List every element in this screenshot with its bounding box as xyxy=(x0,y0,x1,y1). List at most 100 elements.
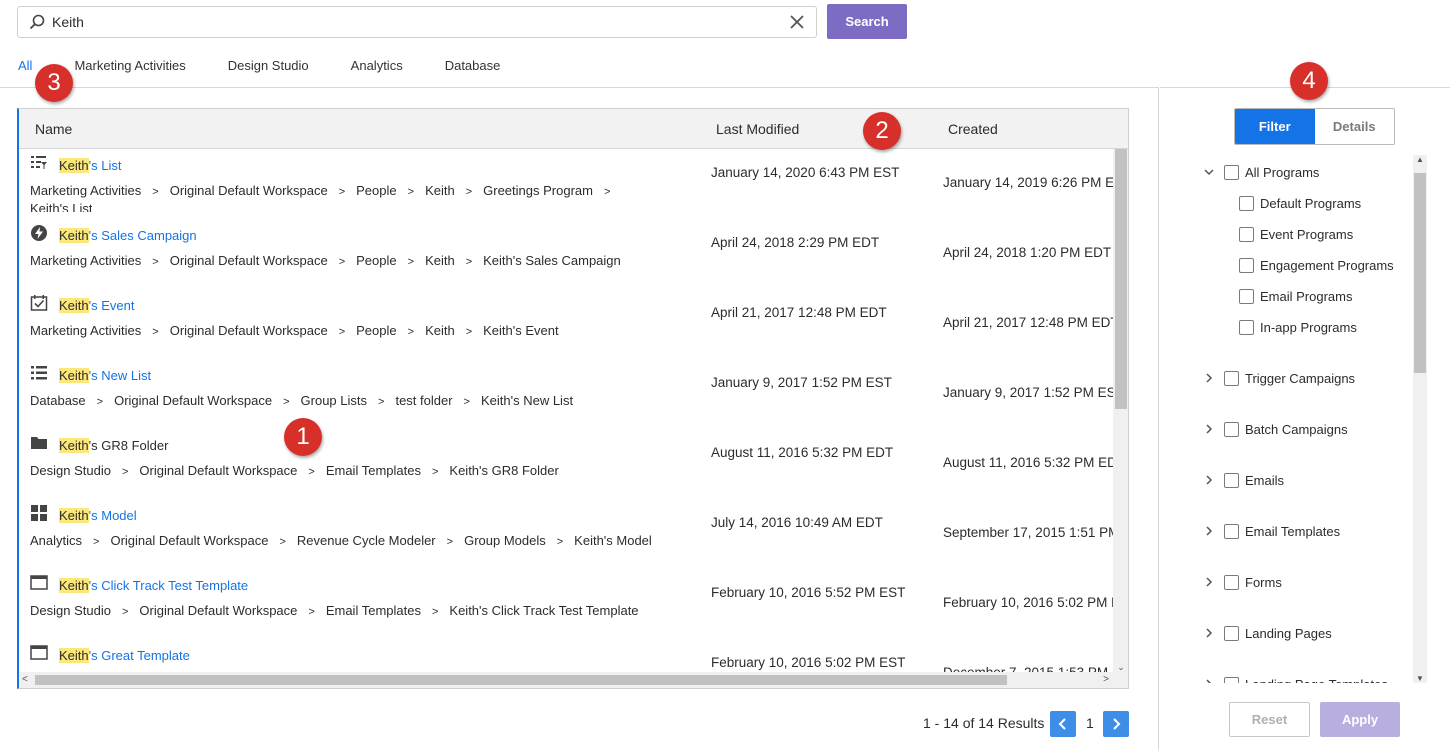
filter-option[interactable]: Event Programs xyxy=(1239,224,1353,244)
filter-option[interactable]: Trigger Campaigns xyxy=(1224,368,1355,388)
asset-name-link[interactable]: Keith's New List xyxy=(59,368,151,383)
horizontal-scrollbar[interactable]: < > xyxy=(19,672,1128,688)
filter-checkbox[interactable] xyxy=(1224,421,1239,437)
search-icon xyxy=(29,14,45,30)
panel-divider xyxy=(1158,87,1159,750)
filter-checkbox[interactable] xyxy=(1224,574,1239,590)
chevron-down-icon[interactable] xyxy=(1203,166,1215,178)
table-row[interactable]: Keith's Click Track Test Template Design … xyxy=(19,569,1113,639)
list-icon xyxy=(30,364,48,382)
table-row[interactable]: Keith's List Marketing Activities > Origina… xyxy=(19,149,1113,219)
filter-option[interactable]: Forms xyxy=(1224,572,1282,592)
filter-checkbox[interactable] xyxy=(1239,288,1254,304)
breadcrumb-separator-icon: > xyxy=(603,186,611,198)
scroll-up-icon[interactable]: ▲ xyxy=(1416,155,1424,164)
filter-checkbox[interactable] xyxy=(1239,257,1254,273)
filter-option[interactable]: In-app Programs xyxy=(1239,317,1357,337)
last-modified-cell: April 21, 2017 12:48 PM EDT xyxy=(711,305,887,320)
scroll-left-icon[interactable]: < xyxy=(22,674,28,685)
last-modified-cell: August 11, 2016 5:32 PM EDT xyxy=(711,445,894,460)
search-box[interactable] xyxy=(17,6,817,38)
search-input[interactable] xyxy=(52,11,772,33)
filter-scrollbar[interactable]: ▲ ▼ xyxy=(1413,155,1427,683)
filter-checkbox[interactable] xyxy=(1224,164,1239,180)
scroll-down-icon[interactable]: ▼ xyxy=(1416,674,1424,683)
filter-option[interactable]: Engagement Programs xyxy=(1239,255,1394,275)
chevron-right-icon[interactable] xyxy=(1203,678,1215,683)
filter-details-toggle: Filter Details xyxy=(1234,108,1395,145)
asset-name-link[interactable]: Keith's Event xyxy=(59,298,134,313)
filter-checkbox[interactable] xyxy=(1239,226,1254,242)
chevron-right-icon[interactable] xyxy=(1203,423,1215,435)
table-body: Keith's List Marketing Activities > Origina… xyxy=(19,149,1113,674)
table-row[interactable]: Keith's Model Analytics > Original Default … xyxy=(19,499,1113,569)
scrollbar-thumb[interactable] xyxy=(1115,149,1127,409)
results-table: Name Last Modified Created Keith's List M… xyxy=(17,108,1129,689)
chevron-right-icon[interactable] xyxy=(1203,627,1215,639)
table-row[interactable]: Keith's New List Database > Original Defaul… xyxy=(19,359,1113,429)
filter-option[interactable]: Emails xyxy=(1224,470,1284,490)
filter-label: Default Programs xyxy=(1260,195,1362,211)
table-row[interactable]: Keith's Sales Campaign Marketing Activiti… xyxy=(19,219,1113,289)
search-match-highlight: Keith xyxy=(59,158,89,173)
breadcrumb-separator-icon: > xyxy=(463,396,470,408)
filter-option[interactable]: Landing Pages xyxy=(1224,623,1332,643)
results-count: 1 - 14 of 14 Results xyxy=(923,715,1045,731)
column-header-created[interactable]: Created xyxy=(948,121,998,137)
filter-option[interactable]: All Programs xyxy=(1224,162,1319,182)
asset-name-link[interactable]: Keith's Sales Campaign xyxy=(59,228,197,243)
callout-badge: 1 xyxy=(284,418,322,456)
table-row[interactable]: Keith's Event Marketing Activities > Origin… xyxy=(19,289,1113,359)
filter-option[interactable]: Email Templates xyxy=(1224,521,1340,541)
next-page-button[interactable] xyxy=(1103,711,1129,737)
filter-option[interactable]: Landing Page Templates xyxy=(1224,674,1388,683)
scrollbar-thumb[interactable] xyxy=(1414,173,1426,373)
breadcrumb-segment: Original Default Workspace xyxy=(169,253,328,268)
vertical-scrollbar[interactable]: ⌄ xyxy=(1113,149,1128,674)
asset-name-link[interactable]: Keith's Great Template xyxy=(59,648,190,663)
previous-page-button[interactable] xyxy=(1050,711,1076,737)
table-row[interactable]: Keith's Great Template February 10, 2016 … xyxy=(19,639,1113,674)
tab-database[interactable]: Database xyxy=(445,58,501,73)
chevron-right-icon[interactable] xyxy=(1203,525,1215,537)
apply-button[interactable]: Apply xyxy=(1320,702,1400,737)
filter-toggle-button[interactable]: Filter xyxy=(1235,109,1315,144)
column-header-last-modified[interactable]: Last Modified xyxy=(716,121,799,137)
filter-checkbox[interactable] xyxy=(1224,523,1239,539)
chevron-right-icon[interactable] xyxy=(1203,576,1215,588)
filter-checkbox[interactable] xyxy=(1239,319,1254,335)
clear-search-icon[interactable] xyxy=(788,13,806,31)
filter-checkbox[interactable] xyxy=(1224,370,1239,386)
tab-analytics[interactable]: Analytics xyxy=(351,58,403,73)
scrollbar-thumb[interactable] xyxy=(35,675,1007,685)
filter-checkbox[interactable] xyxy=(1224,676,1239,683)
column-header-name[interactable]: Name xyxy=(35,121,72,137)
reset-button[interactable]: Reset xyxy=(1229,702,1310,737)
breadcrumb-segment: test folder xyxy=(395,393,453,408)
filter-checkbox[interactable] xyxy=(1239,195,1254,211)
breadcrumb-segment: Keith xyxy=(425,253,455,268)
breadcrumb-segment: Design Studio xyxy=(30,463,111,478)
tab-marketing-activities[interactable]: Marketing Activities xyxy=(74,58,185,73)
tab-design-studio[interactable]: Design Studio xyxy=(228,58,309,73)
breadcrumb-separator-icon: > xyxy=(152,256,159,268)
details-toggle-button[interactable]: Details xyxy=(1314,109,1394,144)
chevron-right-icon[interactable] xyxy=(1203,474,1215,486)
filter-checkbox[interactable] xyxy=(1224,625,1239,641)
asset-name-link[interactable]: Keith's Click Track Test Template xyxy=(59,578,248,593)
filter-list: All Programs Default Programs Event Progra… xyxy=(1200,155,1412,683)
scroll-down-icon[interactable]: ⌄ xyxy=(1115,662,1127,672)
table-row[interactable]: Keith's GR8 Folder Design Studio > Original… xyxy=(19,429,1113,499)
search-match-highlight: Keith xyxy=(59,368,89,383)
filter-option[interactable]: Batch Campaigns xyxy=(1224,419,1348,439)
filter-option[interactable]: Email Programs xyxy=(1239,286,1352,306)
asset-name-link[interactable]: Keith's Model xyxy=(59,508,137,523)
search-button[interactable]: Search xyxy=(827,4,907,39)
tab-all[interactable]: All xyxy=(18,58,32,73)
breadcrumb-segment: Original Default Workspace xyxy=(169,183,328,198)
asset-name-link[interactable]: Keith's List xyxy=(59,158,121,173)
filter-checkbox[interactable] xyxy=(1224,472,1239,488)
chevron-right-icon[interactable] xyxy=(1203,372,1215,384)
filter-option[interactable]: Default Programs xyxy=(1239,193,1361,213)
scroll-right-icon[interactable]: > xyxy=(1103,674,1109,685)
